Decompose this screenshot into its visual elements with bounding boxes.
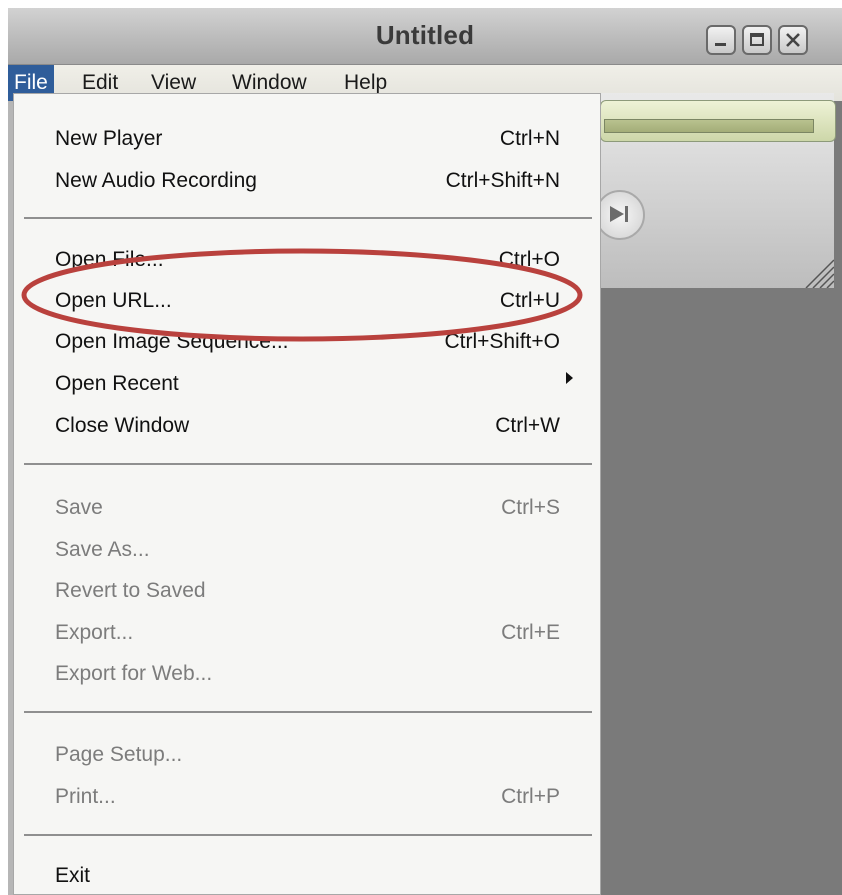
menu-item-export-for-web: Export for Web... — [14, 657, 600, 691]
menu-item-shortcut: Ctrl+N — [499, 127, 560, 150]
minimize-icon — [715, 43, 726, 46]
menu-item-label: Revert to Saved — [55, 579, 206, 602]
menu-item-exit[interactable]: Exit — [14, 859, 600, 893]
menu-item-label: Export... — [55, 621, 134, 644]
maximize-button[interactable] — [742, 25, 772, 55]
menu-item-label: Page Setup... — [55, 743, 183, 766]
menu-item-label: New Audio Recording — [55, 169, 257, 192]
step-forward-icon — [610, 206, 628, 222]
resize-grip-icon[interactable] — [800, 250, 834, 288]
menu-item-print: Print... Ctrl+P — [14, 780, 600, 814]
close-icon — [786, 33, 800, 47]
progress-bar[interactable] — [604, 119, 814, 133]
close-button[interactable] — [778, 25, 808, 55]
menu-item-open-recent[interactable]: Open Recent — [14, 367, 600, 401]
menu-item-shortcut: Ctrl+W — [495, 414, 560, 437]
file-menu-dropdown: New Player Ctrl+N New Audio Recording Ct… — [13, 93, 601, 895]
menu-item-new-player[interactable]: New Player Ctrl+N — [14, 122, 600, 156]
menu-item-label: Open Recent — [55, 372, 179, 395]
menu-item-new-audio-recording[interactable]: New Audio Recording Ctrl+Shift+N — [14, 164, 600, 198]
menu-item-label: Save As... — [55, 538, 150, 561]
menu-item-page-setup: Page Setup... — [14, 738, 600, 772]
menu-item-export: Export... Ctrl+E — [14, 616, 600, 650]
menu-item-label: Close Window — [55, 414, 190, 437]
title-bar[interactable]: Untitled — [8, 8, 842, 65]
menu-separator — [24, 217, 592, 219]
submenu-arrow-icon — [566, 372, 573, 384]
menu-item-label: New Player — [55, 127, 163, 150]
step-forward-button[interactable] — [595, 190, 645, 240]
annotation-oval — [21, 248, 583, 342]
menu-item-label: Print... — [55, 785, 116, 808]
menu-item-shortcut: Ctrl+E — [501, 621, 560, 644]
menu-item-shortcut: Ctrl+P — [501, 785, 560, 808]
menu-item-close-window[interactable]: Close Window Ctrl+W — [14, 409, 600, 443]
minimize-button[interactable] — [706, 25, 736, 55]
menu-separator — [24, 711, 592, 713]
menu-item-label: Save — [55, 496, 103, 519]
menu-item-label: Exit — [55, 864, 91, 887]
menu-item-save-as: Save As... — [14, 533, 600, 567]
menu-item-save: Save Ctrl+S — [14, 491, 600, 525]
menu-item-shortcut: Ctrl+Shift+N — [445, 169, 560, 192]
menu-item-shortcut: Ctrl+S — [501, 496, 560, 519]
menu-separator — [24, 463, 592, 465]
menu-separator — [24, 834, 592, 836]
menu-item-revert-to-saved: Revert to Saved — [14, 574, 600, 608]
menu-item-label: Export for Web... — [55, 662, 213, 685]
maximize-icon — [750, 33, 764, 46]
